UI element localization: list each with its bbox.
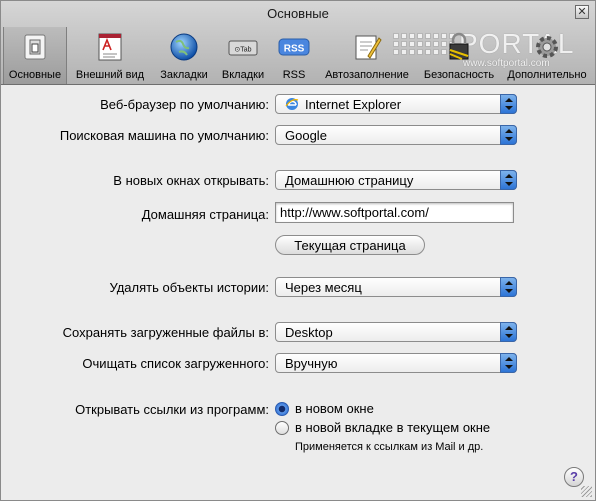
autofill-pen-icon [351,31,383,63]
new-windows-popup[interactable]: Домашнюю страницу [275,170,517,190]
tab-rss[interactable]: RSS RSS [271,27,317,84]
clear-downloads-popup[interactable]: Вручную [275,353,517,373]
svg-text:⊙Tab: ⊙Tab [234,47,251,54]
close-button[interactable]: ✕ [575,5,589,19]
tab-bookmarks[interactable]: Закладки [153,27,215,84]
tab-tabs[interactable]: ⊙Tab Вкладки [215,27,271,84]
tab-label: Внешний вид [75,69,145,81]
homepage-input[interactable] [275,202,514,223]
svg-text:RSS: RSS [284,44,305,55]
homepage-label: Домашняя страница: [141,207,269,222]
default-browser-label: Веб-браузер по умолчанию: [100,97,269,112]
toolbar: Основные ✕ PORTAL www.softportal.com Осн… [1,1,595,85]
downloads-label: Сохранять загруженные файлы в: [62,325,269,340]
radio-label: в новой вкладке в текущем окне [295,420,491,435]
radio-new-tab[interactable]: в новой вкладке в текущем окне [275,420,490,435]
security-lock-icon [443,31,475,63]
tabs-icon: ⊙Tab [227,31,259,63]
rss-icon: RSS [278,31,310,63]
popup-arrows-icon [500,353,517,373]
tab-label: Автозаполнение [325,69,409,81]
clear-downloads-value: Вручную [285,355,338,371]
tab-label: Безопасность [423,69,495,81]
popup-arrows-icon [500,322,517,342]
radio-button[interactable] [275,420,289,435]
default-browser-value: Internet Explorer [305,96,402,112]
downloads-popup[interactable]: Desktop [275,322,517,342]
internet-explorer-icon [285,98,299,110]
search-engine-label: Поисковая машина по умолчанию: [59,128,269,143]
popup-arrows-icon [500,170,517,190]
general-pane: Веб-браузер по умолчанию: Internet Explo… [1,86,595,500]
downloads-value: Desktop [285,324,333,340]
tab-label: Дополнительно [507,69,587,81]
clear-downloads-label: Очищать список загруженного: [82,356,269,371]
popup-arrows-icon [500,94,517,114]
search-engine-popup[interactable]: Google [275,125,517,145]
open-links-note: Применяется к ссылкам из Mail и др. [295,441,484,453]
tab-general[interactable]: Основные [3,27,67,84]
radio-label: в новом окне [295,401,374,416]
popup-arrows-icon [500,125,517,145]
tab-label: Основные [8,69,62,81]
tab-label: RSS [282,69,306,81]
window-title: Основные [267,6,329,21]
new-windows-label: В новых окнах открывать: [113,173,269,188]
new-windows-value: Домашнюю страницу [285,172,414,188]
radio-new-window[interactable]: в новом окне [275,401,374,416]
tab-advanced[interactable]: Дополнительно [501,27,593,84]
history-popup[interactable]: Через месяц [275,277,517,297]
gear-icon [531,31,563,63]
search-engine-value: Google [285,127,327,143]
history-value: Через месяц [285,279,362,295]
help-button[interactable]: ? [564,467,584,487]
radio-button-selected[interactable] [275,401,289,416]
popup-arrows-icon [500,277,517,297]
tab-label: Вкладки [221,69,265,81]
preferences-tabs: Основные Внешний вид Закладки ⊙Tab Вклад… [3,27,593,84]
tab-label: Закладки [160,69,208,81]
globe-icon [168,31,200,63]
open-links-label: Открывать ссылки из программ: [75,402,269,417]
default-browser-popup[interactable]: Internet Explorer [275,94,517,114]
light-switch-icon [19,31,51,63]
preferences-window: Основные ✕ PORTAL www.softportal.com Осн… [0,0,596,501]
tab-appearance[interactable]: Внешний вид [67,27,153,84]
font-book-icon [94,31,126,63]
tab-autofill[interactable]: Автозаполнение [317,27,417,84]
resize-grip[interactable] [581,486,592,497]
current-page-button[interactable]: Текущая страница [275,235,425,255]
history-label: Удалять объекты истории: [109,280,269,295]
tab-security[interactable]: Безопасность [417,27,501,84]
